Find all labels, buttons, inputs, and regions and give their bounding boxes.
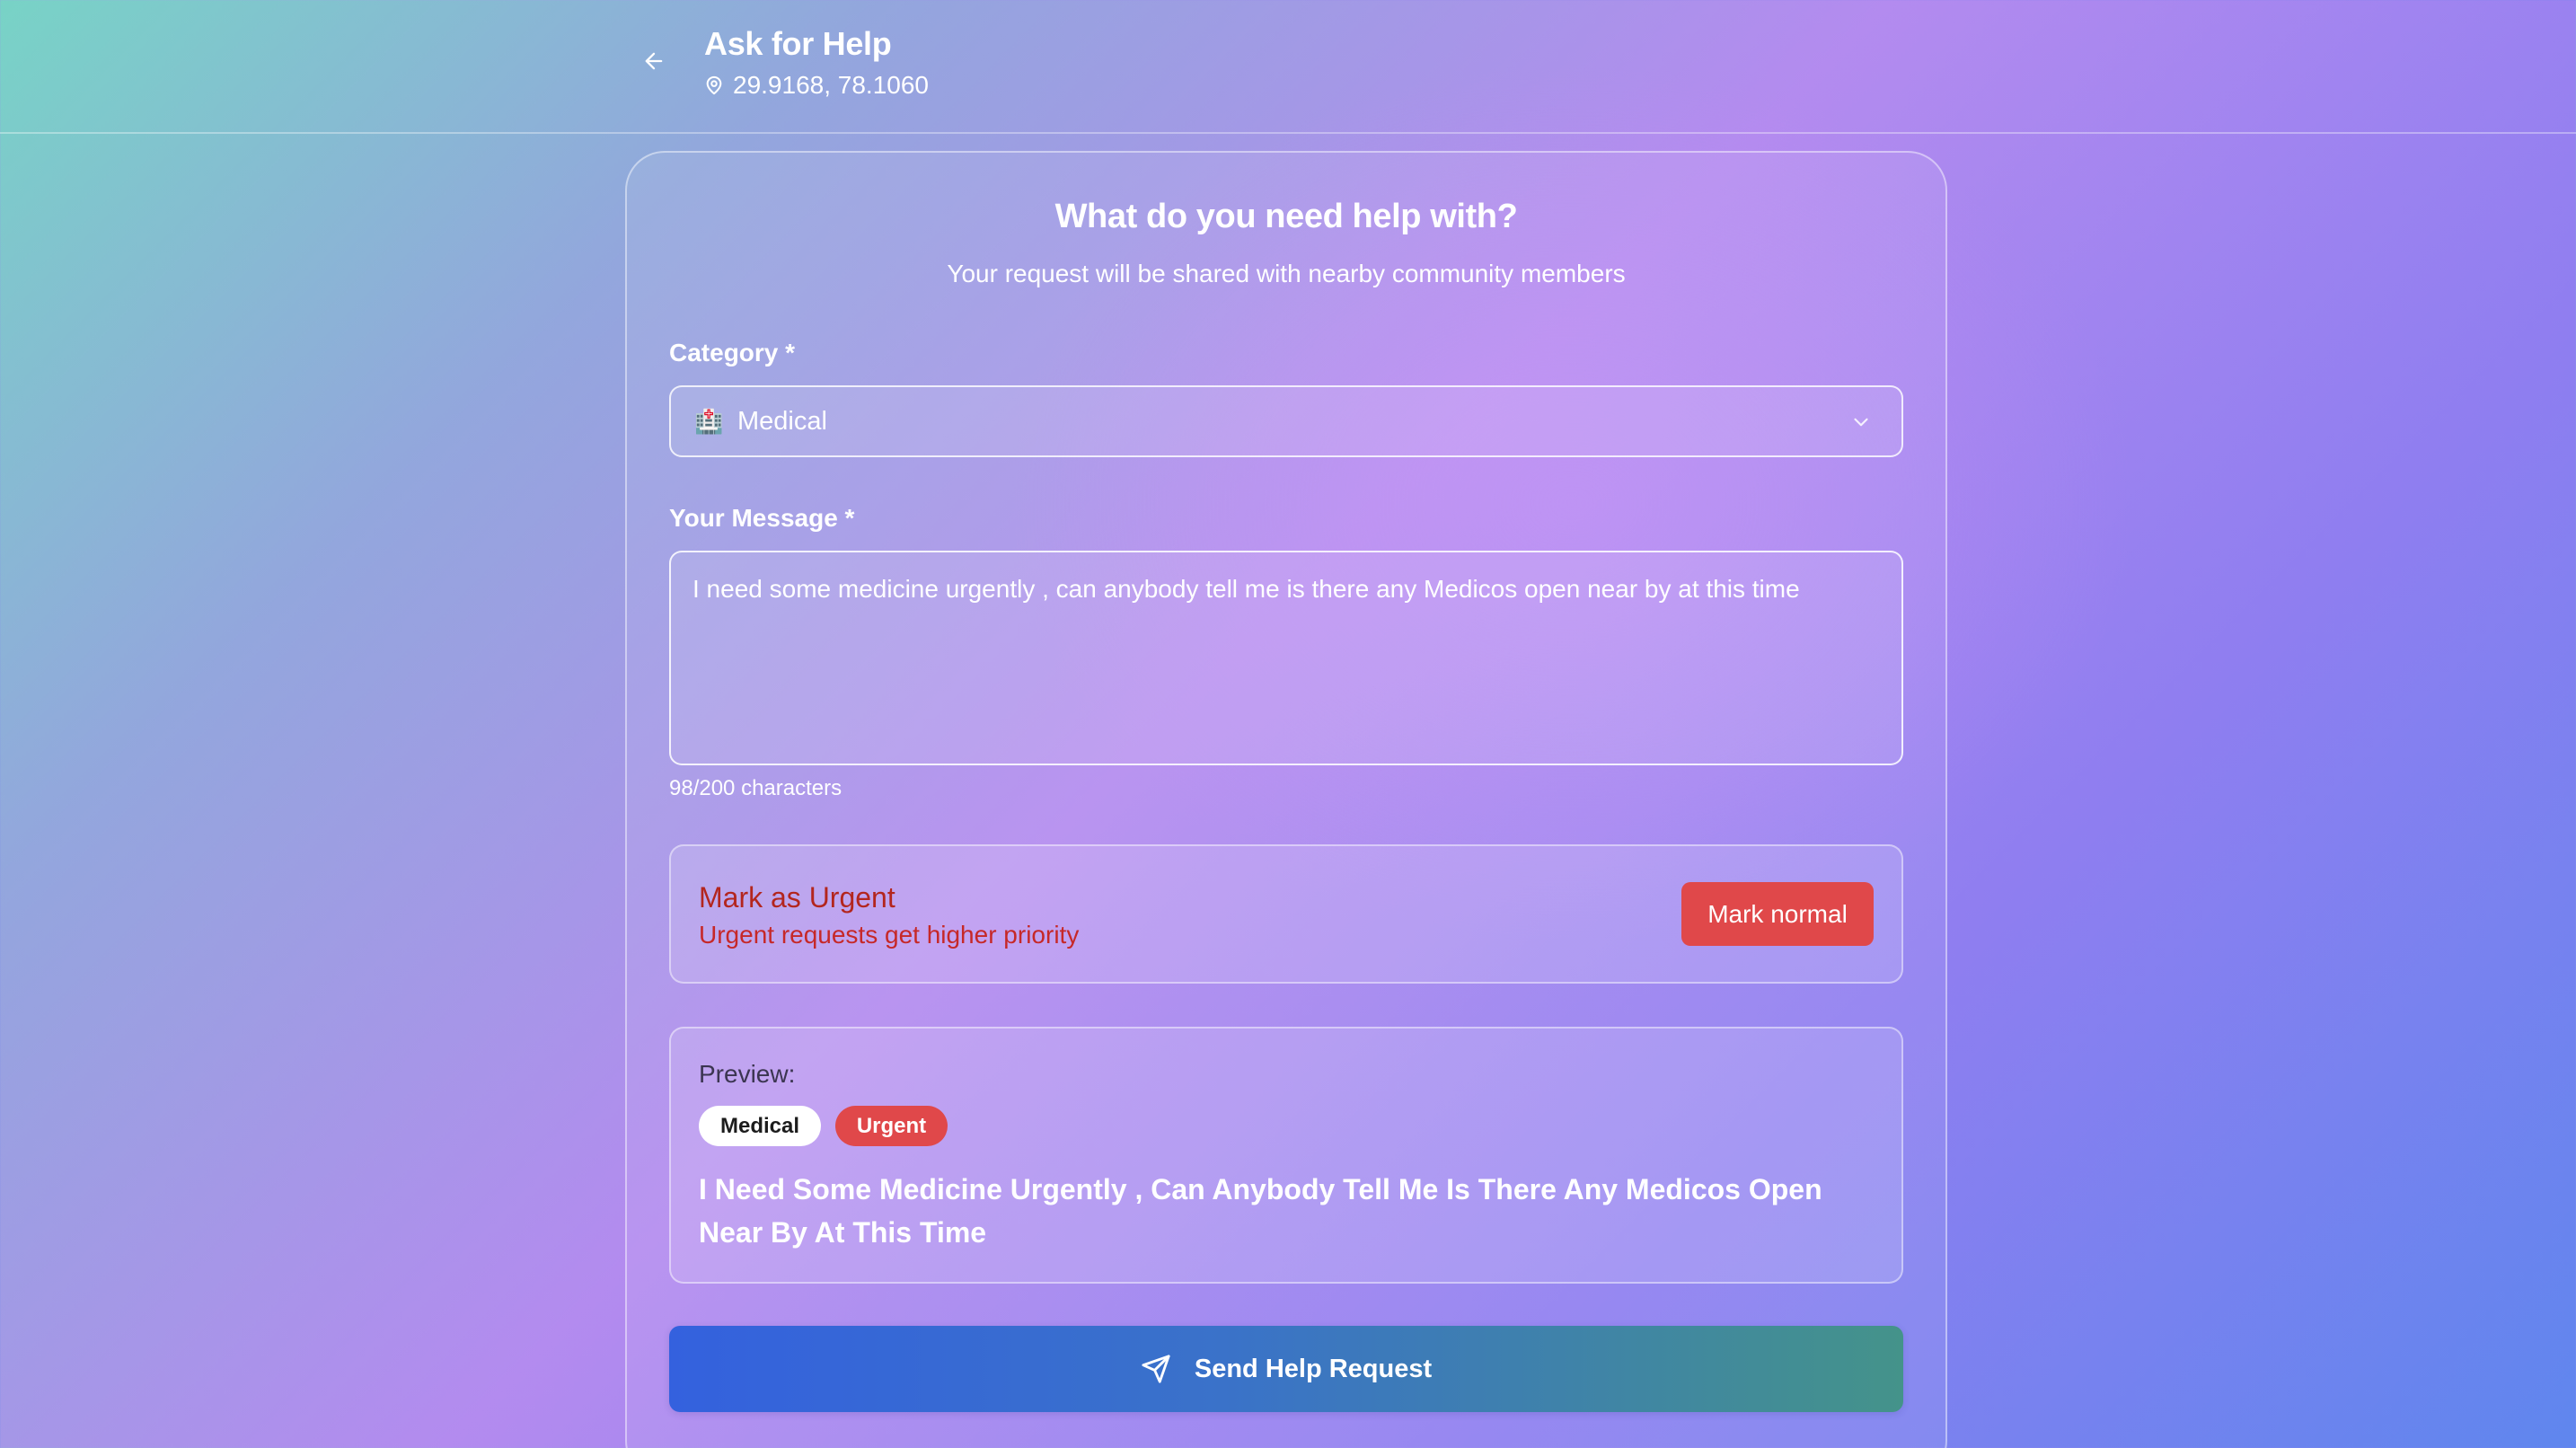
arrow-left-icon	[645, 52, 663, 70]
message-label: Your Message *	[669, 504, 855, 532]
category-select[interactable]: 🏥 Medical	[669, 385, 1903, 457]
category-label: Category *	[669, 339, 796, 366]
back-button[interactable]	[634, 41, 674, 81]
page-title: Ask for Help	[704, 25, 892, 62]
coordinates-text: 29.9168, 78.1060	[733, 71, 929, 99]
mark-normal-button[interactable]: Mark normal	[1681, 882, 1874, 946]
hospital-icon: 🏥	[694, 407, 724, 435]
form-subtitle: Your request will be shared with nearby …	[947, 260, 1626, 287]
preview-label: Preview:	[699, 1060, 796, 1088]
location-coordinates: 29.9168, 78.1060	[704, 71, 929, 100]
character-count: 98/200 characters	[669, 776, 842, 800]
urgent-tag: Urgent	[835, 1106, 948, 1146]
preview-message: I Need Some Medicine Urgently , Can Anyb…	[699, 1173, 1822, 1249]
urgent-subtitle: Urgent requests get higher priority	[699, 921, 1080, 949]
urgent-title: Mark as Urgent	[699, 881, 895, 914]
message-textarea[interactable]: I need some medicine urgently , can anyb…	[669, 551, 1903, 765]
category-selected-value: Medical	[737, 406, 827, 436]
send-icon	[1142, 1355, 1170, 1383]
top-header: Ask for Help 29.9168, 78.1060	[0, 0, 2576, 134]
chevron-down-icon	[1854, 418, 1868, 427]
send-button-label: Send Help Request	[1194, 1354, 1433, 1383]
category-tag: Medical	[699, 1106, 821, 1146]
send-help-request-button[interactable]: Send Help Request	[669, 1326, 1903, 1412]
map-pin-icon	[706, 75, 722, 95]
form-title: What do you need help with?	[1054, 198, 1518, 235]
